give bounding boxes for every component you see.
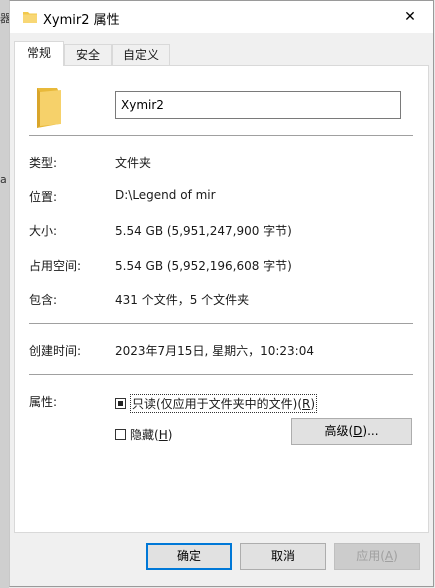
apply-button[interactable]: 应用(A) [334,543,420,570]
created-value: 2023年7月15日, 星期六，10:23:04 [115,344,314,358]
background-text-fragment: 器 [0,12,9,25]
size-value: 5.54 GB (5,951,247,900 字节) [115,224,292,238]
properties-dialog: Xymir2 属性 ✕ 常规 安全 自定义 类型: 文件夹 位置: D:\Leg… [9,0,434,587]
folder-icon [23,12,37,23]
background-window-strip [0,0,9,588]
advanced-button[interactable]: 高级(D)... [291,418,412,445]
tab-customize[interactable]: 自定义 [112,44,170,65]
title-bar[interactable]: Xymir2 属性 ✕ [10,1,433,33]
created-label: 创建时间: [29,344,82,358]
folder-name-input[interactable] [115,91,401,119]
contains-value: 431 个文件，5 个文件夹 [115,293,250,307]
ok-button[interactable]: 确定 [146,543,232,570]
size-label: 大小: [29,224,58,238]
attributes-label: 属性: [29,395,58,409]
hidden-checkbox-label: 隐藏(H) [130,428,173,442]
close-icon: ✕ [404,9,416,25]
folder-icon [37,88,61,128]
close-button[interactable]: ✕ [387,1,433,33]
checkbox-unchecked-icon [115,429,126,440]
type-value: 文件夹 [115,156,152,170]
readonly-checkbox-label: 只读(仅应用于文件夹中的文件)(R) [130,394,318,413]
general-panel: 类型: 文件夹 位置: D:\Legend of mir 大小: 5.54 GB… [14,65,429,533]
readonly-checkbox[interactable]: 只读(仅应用于文件夹中的文件)(R) [115,394,318,413]
checkbox-indeterminate-icon [115,398,126,409]
contains-label: 包含: [29,293,58,307]
type-label: 类型: [29,156,58,170]
tab-general[interactable]: 常规 [14,41,64,66]
location-value: D:\Legend of mir [115,188,216,202]
location-label: 位置: [29,190,58,204]
disk-size-label: 占用空间: [29,259,82,273]
hidden-checkbox[interactable]: 隐藏(H) [115,426,172,443]
background-text-fragment: a [0,173,7,186]
tab-security[interactable]: 安全 [64,44,112,65]
divider [29,323,413,324]
disk-size-value: 5.54 GB (5,952,196,608 字节) [115,259,292,273]
divider [29,374,413,375]
cancel-button[interactable]: 取消 [240,543,326,570]
window-title: Xymir2 属性 [43,13,120,28]
divider [29,135,413,136]
